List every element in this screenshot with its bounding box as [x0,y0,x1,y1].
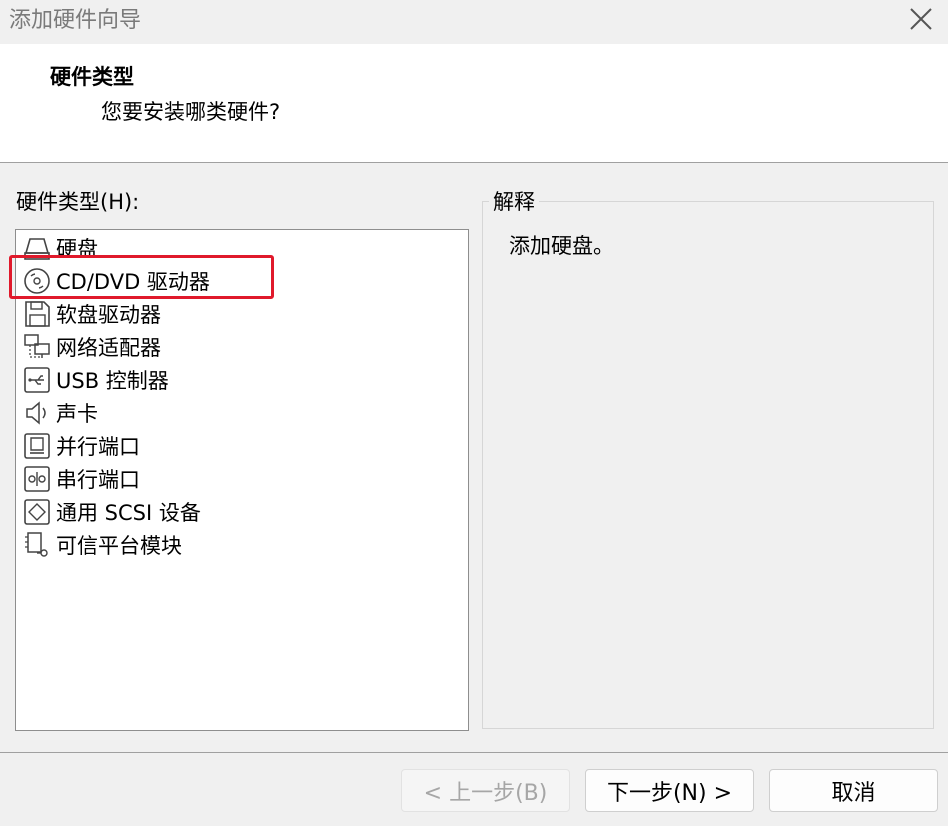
list-item-label: CD/DVD 驱动器 [56,270,210,294]
explanation-legend: 解释 [489,186,539,216]
list-item-label: 通用 SCSI 设备 [56,501,201,525]
list-item-hard-disk[interactable]: 硬盘 [22,232,98,264]
cancel-button[interactable]: 取消 [769,769,938,812]
explanation-group [482,201,934,729]
list-item-scsi[interactable]: 通用 SCSI 设备 [22,496,201,528]
wizard-header: 硬件类型 您要安装哪类硬件? [0,44,948,163]
next-button[interactable]: 下一步(N) > [585,769,754,812]
speaker-icon [22,398,52,428]
page-title: 硬件类型 [50,65,134,89]
list-item-label: 硬盘 [56,237,98,261]
list-item-label: 软盘驱动器 [56,303,161,327]
network-adapter-icon [22,332,52,362]
usb-icon [22,365,52,395]
hard-disk-icon [22,233,52,263]
parallel-port-icon [22,431,52,461]
list-item-floppy[interactable]: 软盘驱动器 [22,298,161,330]
page-subtitle: 您要安装哪类硬件? [101,100,281,124]
back-button[interactable]: < 上一步(B) [401,769,570,812]
cd-dvd-icon [22,266,52,296]
hardware-type-list[interactable]: 硬盘 CD/DVD 驱动器 软盘驱动器 网络适配器 USB 控制器 声卡 并行端… [15,229,469,731]
tpm-icon [22,530,52,560]
title-bar: 添加硬件向导 [0,0,948,44]
scsi-icon [22,497,52,527]
list-item-network-adapter[interactable]: 网络适配器 [22,331,161,363]
list-item-label: 可信平台模块 [56,534,182,558]
floppy-icon [22,299,52,329]
list-item-label: 声卡 [56,402,98,426]
list-item-tpm[interactable]: 可信平台模块 [22,529,182,561]
list-item-serial-port[interactable]: 串行端口 [22,463,140,495]
list-item-label: 并行端口 [56,435,140,459]
list-item-parallel-port[interactable]: 并行端口 [22,430,140,462]
list-item-cd-dvd[interactable]: CD/DVD 驱动器 [22,265,210,297]
serial-port-icon [22,464,52,494]
list-item-sound-card[interactable]: 声卡 [22,397,98,429]
list-item-usb[interactable]: USB 控制器 [22,364,169,396]
hardware-type-label: 硬件类型(H): [16,190,140,214]
footer-divider [0,752,948,753]
list-item-label: 网络适配器 [56,336,161,360]
list-item-label: 串行端口 [56,468,140,492]
list-item-label: USB 控制器 [56,369,169,393]
close-icon[interactable] [908,6,934,32]
window-title: 添加硬件向导 [9,8,142,33]
explanation-text: 添加硬盘。 [509,234,614,258]
